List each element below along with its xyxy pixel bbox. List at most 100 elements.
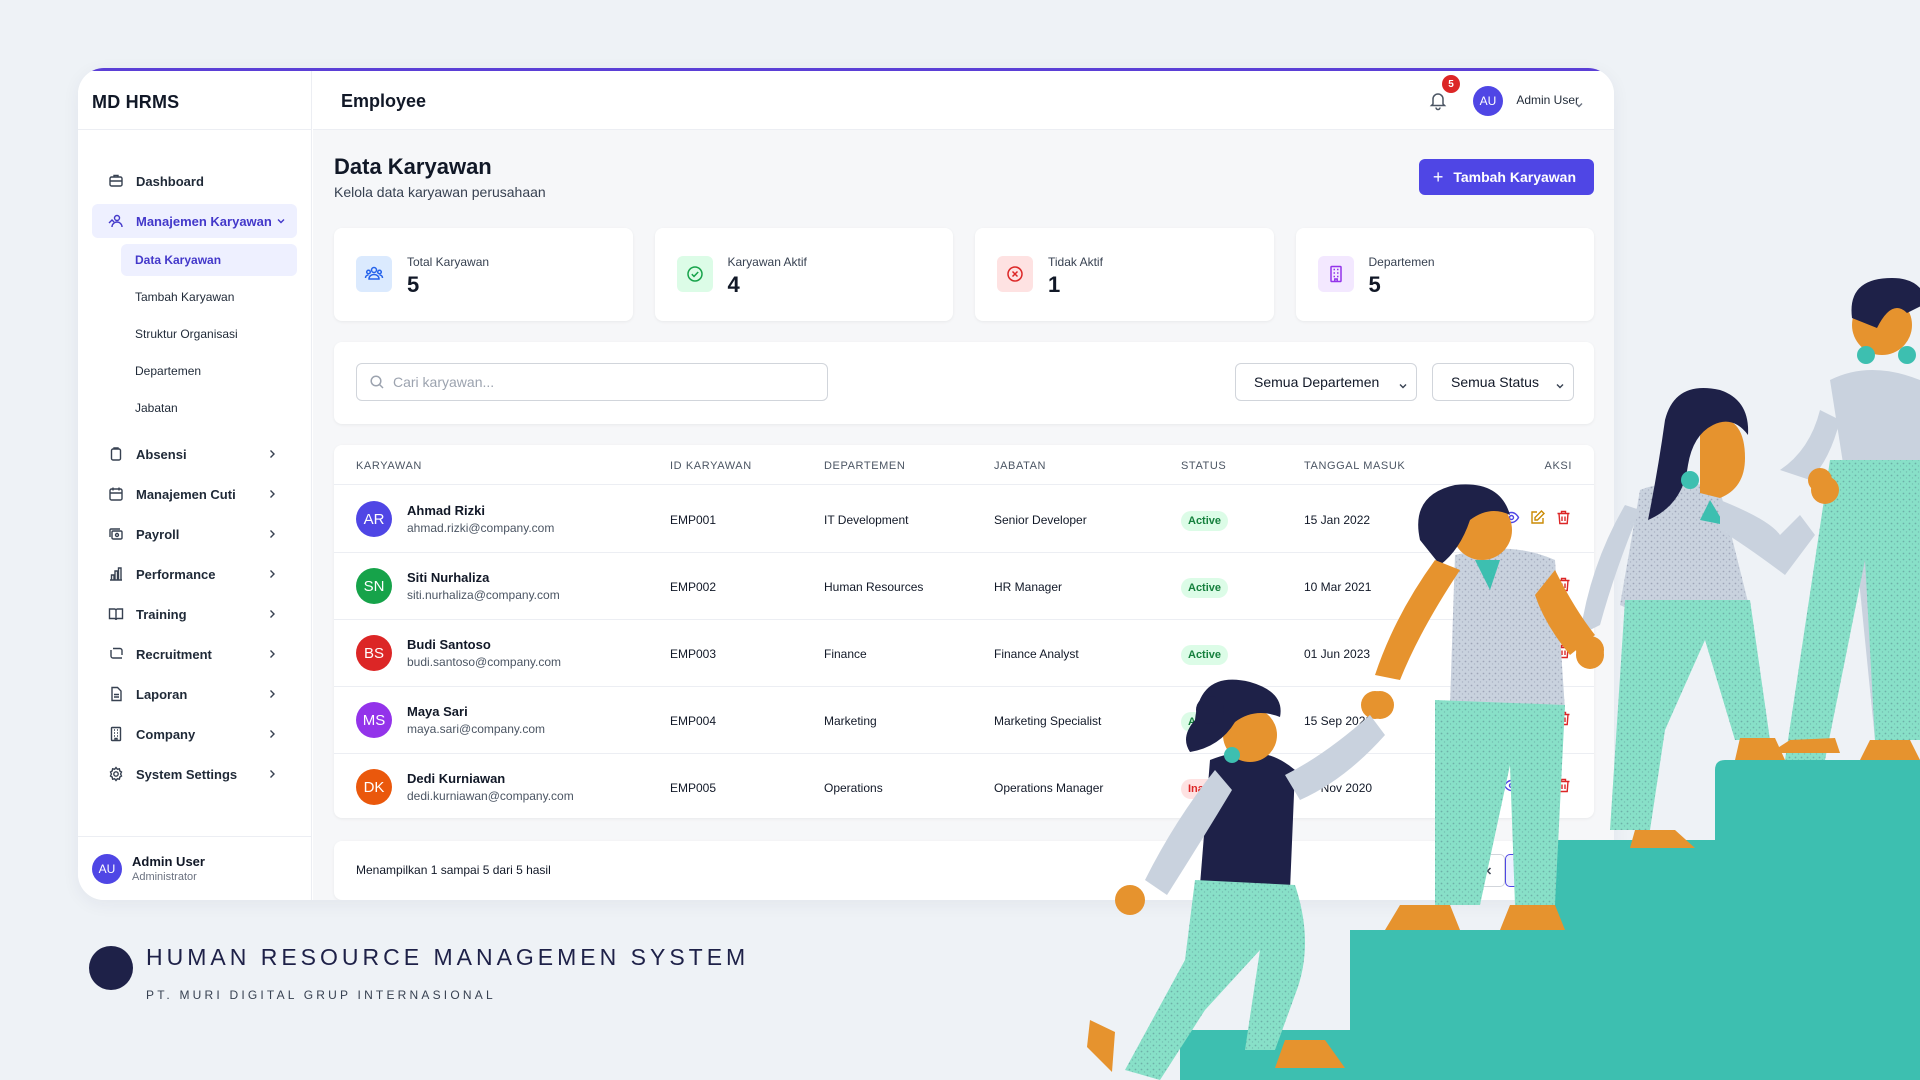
dashboard-icon [108,173,124,189]
sidebar-item-payroll[interactable]: Payroll [92,517,297,551]
chevron-down-icon[interactable] [1574,97,1584,108]
column-header-employee[interactable]: KARYAWAN [356,460,422,472]
stats-row: Total Karyawan 5 Karyawan Aktif 4 Tidak … [334,228,1594,321]
column-header-id[interactable]: ID KARYAWAN [670,460,752,472]
user-name: Admin User [132,854,205,869]
column-header-join-date[interactable]: TANGGAL MASUK [1304,460,1405,472]
department-select[interactable]: Semua Departemen [1235,363,1417,401]
view-icon[interactable] [1503,576,1520,593]
footer-title: HUMAN RESOURCE MANAGEMEN SYSTEM [146,944,750,970]
delete-icon[interactable] [1555,576,1572,593]
table-row[interactable]: MS Maya Sari maya.sari@company.com EMP004 Ma… [334,687,1594,754]
sidebar-item-laporan[interactable]: Laporan [92,677,297,711]
sidebar-item-absensi[interactable]: Absensi [92,437,297,471]
sub-item-tambah-karyawan[interactable]: Tambah Karyawan [121,281,297,313]
recruit-icon [108,646,124,662]
status-select[interactable]: Semua Status [1432,363,1574,401]
sub-item-departemen[interactable]: Departemen [121,355,297,387]
delete-icon[interactable] [1555,777,1572,794]
edit-icon[interactable] [1529,509,1546,526]
table-row[interactable]: SN Siti Nurhaliza siti.nurhaliza@company.c… [334,553,1594,620]
sub-item-struktur-organisasi[interactable]: Struktur Organisasi [121,318,297,350]
delete-icon[interactable] [1555,643,1572,660]
stat-label: Total Karyawan [407,255,490,269]
view-icon[interactable] [1503,777,1520,794]
table-row[interactable]: DK Dedi Kurniawan dedi.kurniawan@company.c… [334,754,1594,818]
delete-icon[interactable] [1555,509,1572,526]
sub-item-jabatan[interactable]: Jabatan [121,392,297,424]
sidebar-item-manajemen-cuti[interactable]: Manajemen Cuti [92,477,297,511]
avatar[interactable]: AU [1473,86,1503,116]
edit-icon[interactable] [1529,576,1546,593]
chevron-right-icon [265,527,279,541]
sidebar-item-label: Manajemen Karyawan [136,213,272,229]
employee-email: budi.santoso@company.com [407,655,562,669]
footer-subtitle: PT. MURI DIGITAL GRUP INTERNASIONAL [146,988,496,1002]
column-header-department[interactable]: DEPARTEMEN [824,460,905,472]
check-circle-icon [676,256,713,292]
sidebar-item-label: Laporan [136,686,188,702]
view-icon[interactable] [1503,710,1520,727]
column-header-status[interactable]: STATUS [1181,460,1226,472]
row-actions [1503,509,1572,526]
building-icon [1317,256,1354,292]
employee-name[interactable]: Ahmad Rizki [407,503,485,518]
x-circle-icon [997,256,1033,292]
users-icon [356,256,392,292]
employee-name[interactable]: Budi Santoso [407,637,491,652]
view-icon[interactable] [1503,643,1520,660]
sidebar-item-training[interactable]: Training [92,597,297,631]
employee-id: EMP005 [670,781,717,795]
sidebar-item-manajemen-karyawan[interactable]: Manajemen Karyawan [92,204,297,238]
avatar: SN [356,568,392,604]
column-header-position[interactable]: JABATAN [994,460,1046,472]
stat-card-total: Total Karyawan 5 [334,228,633,321]
stat-label: Departemen [1368,255,1435,269]
employee-name[interactable]: Maya Sari [407,704,468,719]
stat-card-active: Karyawan Aktif 4 [654,228,953,321]
filter-bar: Semua Departemen Semua Status [334,342,1594,424]
previous-page-button[interactable] [1472,854,1505,887]
column-header-actions: AKSI [1544,460,1572,472]
employee-position: Finance Analyst [994,647,1079,661]
search-box[interactable] [356,363,828,401]
sidebar-item-system-settings[interactable]: System Settings [92,757,297,791]
search-input[interactable] [393,374,813,390]
user-menu-name[interactable]: Admin User [1516,93,1579,107]
status-badge: Inactive [1181,779,1236,799]
status-badge: Active [1181,578,1229,598]
table-row[interactable]: BS Budi Santoso budi.santoso@company.com EM… [334,620,1594,687]
brand-logo[interactable]: MD HRMS [78,71,311,130]
main-content: Data Karyawan Kelola data karyawan perus… [313,130,1614,900]
employee-id: EMP003 [670,647,717,661]
sub-item-data-karyawan[interactable]: Data Karyawan [121,244,297,276]
delete-icon[interactable] [1555,710,1572,727]
avatar: AU [92,853,122,884]
edit-icon[interactable] [1529,777,1546,794]
sidebar-item-company[interactable]: Company [92,717,297,751]
edit-icon[interactable] [1529,710,1546,727]
avatar: AR [356,501,392,537]
table-row[interactable]: AR Ahmad Rizki ahmad.rizki@company.com EMP0… [334,486,1594,553]
add-employee-button[interactable]: + Tambah Karyawan [1418,159,1594,195]
next-page-button[interactable] [1538,854,1571,887]
employee-join-date: 15 Jan 2022 [1304,513,1371,527]
sidebar-user-profile[interactable]: AU Admin User Administrator [78,836,311,900]
sidebar-item-performance[interactable]: Performance [92,557,297,591]
page-number-button[interactable]: 1 [1505,854,1538,887]
employee-name[interactable]: Dedi Kurniawan [407,771,505,786]
bell-icon[interactable] [1427,89,1449,111]
employee-position: Marketing Specialist [994,714,1102,728]
row-actions [1503,710,1572,727]
employee-name[interactable]: Siti Nurhaliza [407,570,489,585]
chevron-right-icon [265,607,279,621]
employee-email: dedi.kurniawan@company.com [407,789,574,803]
company-logo [89,946,133,990]
sidebar-item-dashboard[interactable]: Dashboard [92,164,297,198]
employee-join-date: 20 Nov 2020 [1304,781,1373,795]
sidebar-item-recruitment[interactable]: Recruitment [92,637,297,671]
edit-icon[interactable] [1529,643,1546,660]
page-subtitle: Kelola data karyawan perusahaan [334,184,546,200]
stat-card-inactive: Tidak Aktif 1 [975,228,1274,321]
view-icon[interactable] [1503,509,1520,526]
